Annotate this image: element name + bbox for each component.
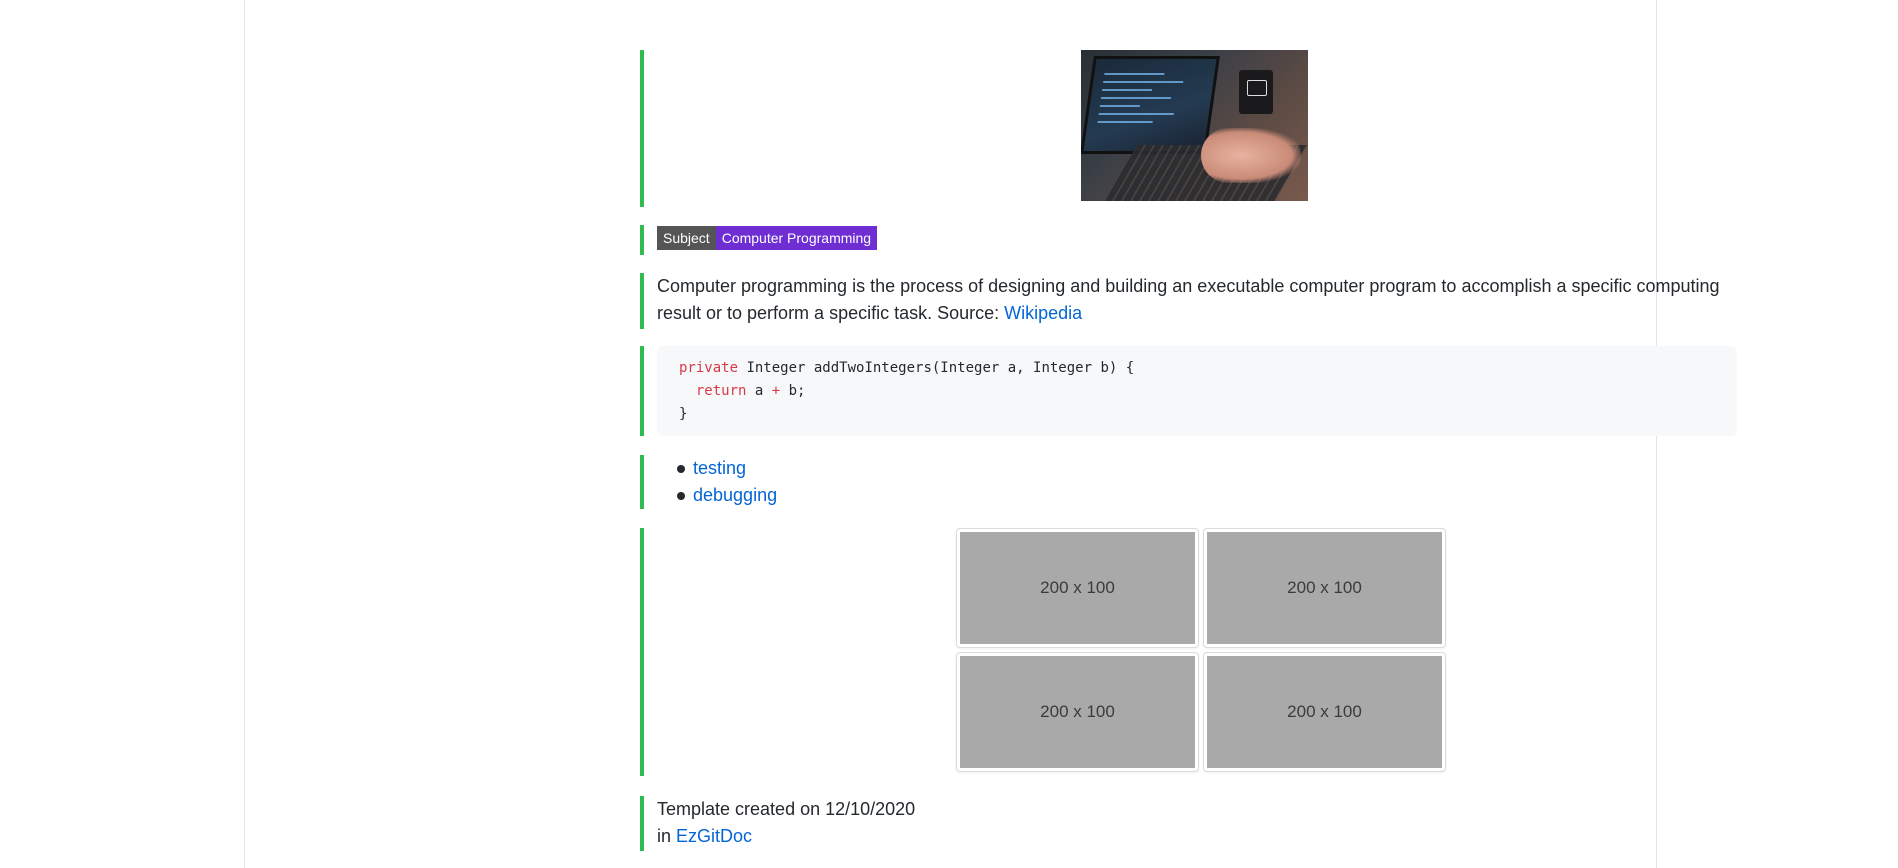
debugging-link[interactable]: debugging bbox=[693, 485, 777, 505]
list-item: debugging bbox=[657, 482, 777, 509]
testing-link[interactable]: testing bbox=[693, 458, 746, 478]
wikipedia-link[interactable]: Wikipedia bbox=[1004, 303, 1082, 323]
footer-text: Template created on 12/10/2020 in EzGitD… bbox=[657, 796, 915, 850]
code-block: private Integer addTwoIntegers(Integer a… bbox=[657, 346, 1737, 436]
grid-cell: 200 x 100 bbox=[1203, 652, 1446, 772]
placeholder-grid: 200 x 100 200 x 100 200 x 100 200 x 100 bbox=[956, 528, 1446, 772]
list-item: testing bbox=[657, 455, 777, 482]
placeholder-image: 200 x 100 bbox=[960, 532, 1195, 644]
badge-value: Computer Programming bbox=[715, 226, 878, 250]
image-grid-section: 200 x 100 200 x 100 200 x 100 200 x 100 bbox=[640, 528, 1735, 776]
page-container: Subject Computer Programming Computer pr… bbox=[244, 0, 1737, 868]
grid-cell: 200 x 100 bbox=[956, 652, 1199, 772]
topic-list: testing debugging bbox=[657, 455, 777, 509]
placeholder-image: 200 x 100 bbox=[1207, 532, 1442, 644]
subject-section: Subject Computer Programming bbox=[640, 225, 1735, 255]
subject-badge: Subject Computer Programming bbox=[657, 226, 878, 250]
hero-section bbox=[640, 50, 1735, 207]
created-date: Template created on 12/10/2020 bbox=[657, 799, 916, 819]
badge-key: Subject bbox=[657, 226, 716, 250]
laptop-coding-photo bbox=[1081, 50, 1308, 201]
footer-section: Template created on 12/10/2020 in EzGitD… bbox=[640, 796, 1735, 851]
ezgitdoc-link[interactable]: EzGitDoc bbox=[676, 826, 752, 846]
grid-cell: 200 x 100 bbox=[956, 528, 1199, 648]
links-list-section: testing debugging bbox=[640, 455, 1735, 509]
description-text: Computer programming is the process of d… bbox=[657, 276, 1720, 323]
code-section: private Integer addTwoIntegers(Integer a… bbox=[640, 346, 1737, 436]
grid-cell: 200 x 100 bbox=[1203, 528, 1446, 648]
placeholder-image: 200 x 100 bbox=[1207, 656, 1442, 768]
description-section: Computer programming is the process of d… bbox=[640, 273, 1735, 329]
placeholder-image: 200 x 100 bbox=[960, 656, 1195, 768]
